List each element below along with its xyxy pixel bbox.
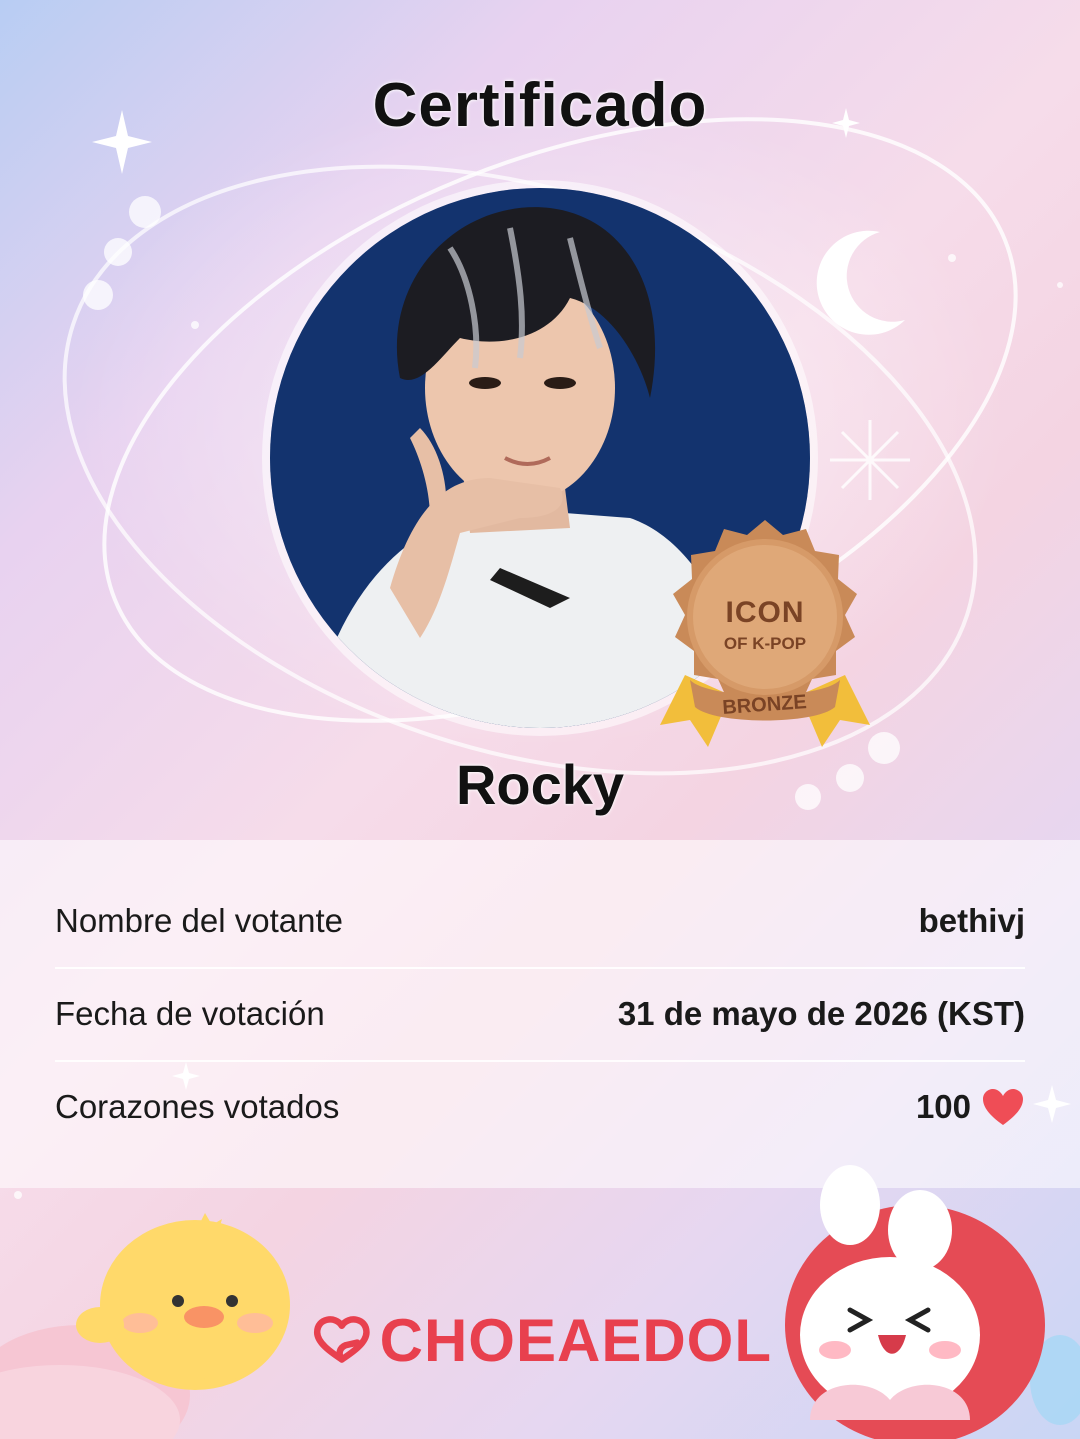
sparkle-outline-icon [830, 420, 910, 500]
hearts-label: Corazones votados [55, 1088, 340, 1125]
brand-logo: CHOEAEDOL [312, 1300, 772, 1380]
brand-name: CHOEAEDOL [379, 1306, 772, 1374]
voter-value: bethivj [918, 902, 1025, 939]
voter-row: Nombre del votante bethivj [55, 875, 1025, 967]
hearts-row: Corazones votados 100 [55, 1061, 1025, 1153]
heart-icon [983, 1089, 1023, 1125]
badge-title: ICON [725, 596, 805, 629]
voter-label: Nombre del votante [55, 902, 343, 939]
certificate-title: Certificado [372, 71, 708, 140]
date-row: Fecha de votación 31 de mayo de 2026 (KS… [55, 968, 1025, 1060]
bunny-mascot-icon [785, 1165, 1080, 1439]
hearts-value: 100 [915, 1088, 971, 1125]
brand-heart-logo-icon [313, 1316, 370, 1363]
date-value: 31 de mayo de 2026 (KST) [617, 995, 1025, 1032]
hearts-value-group: 100 [916, 1087, 1025, 1127]
badge-subtitle: OF K-POP [723, 634, 807, 653]
chick-mascot-icon [0, 1213, 290, 1439]
date-label: Fecha de votación [55, 995, 325, 1032]
idol-name: Rocky [455, 753, 625, 816]
